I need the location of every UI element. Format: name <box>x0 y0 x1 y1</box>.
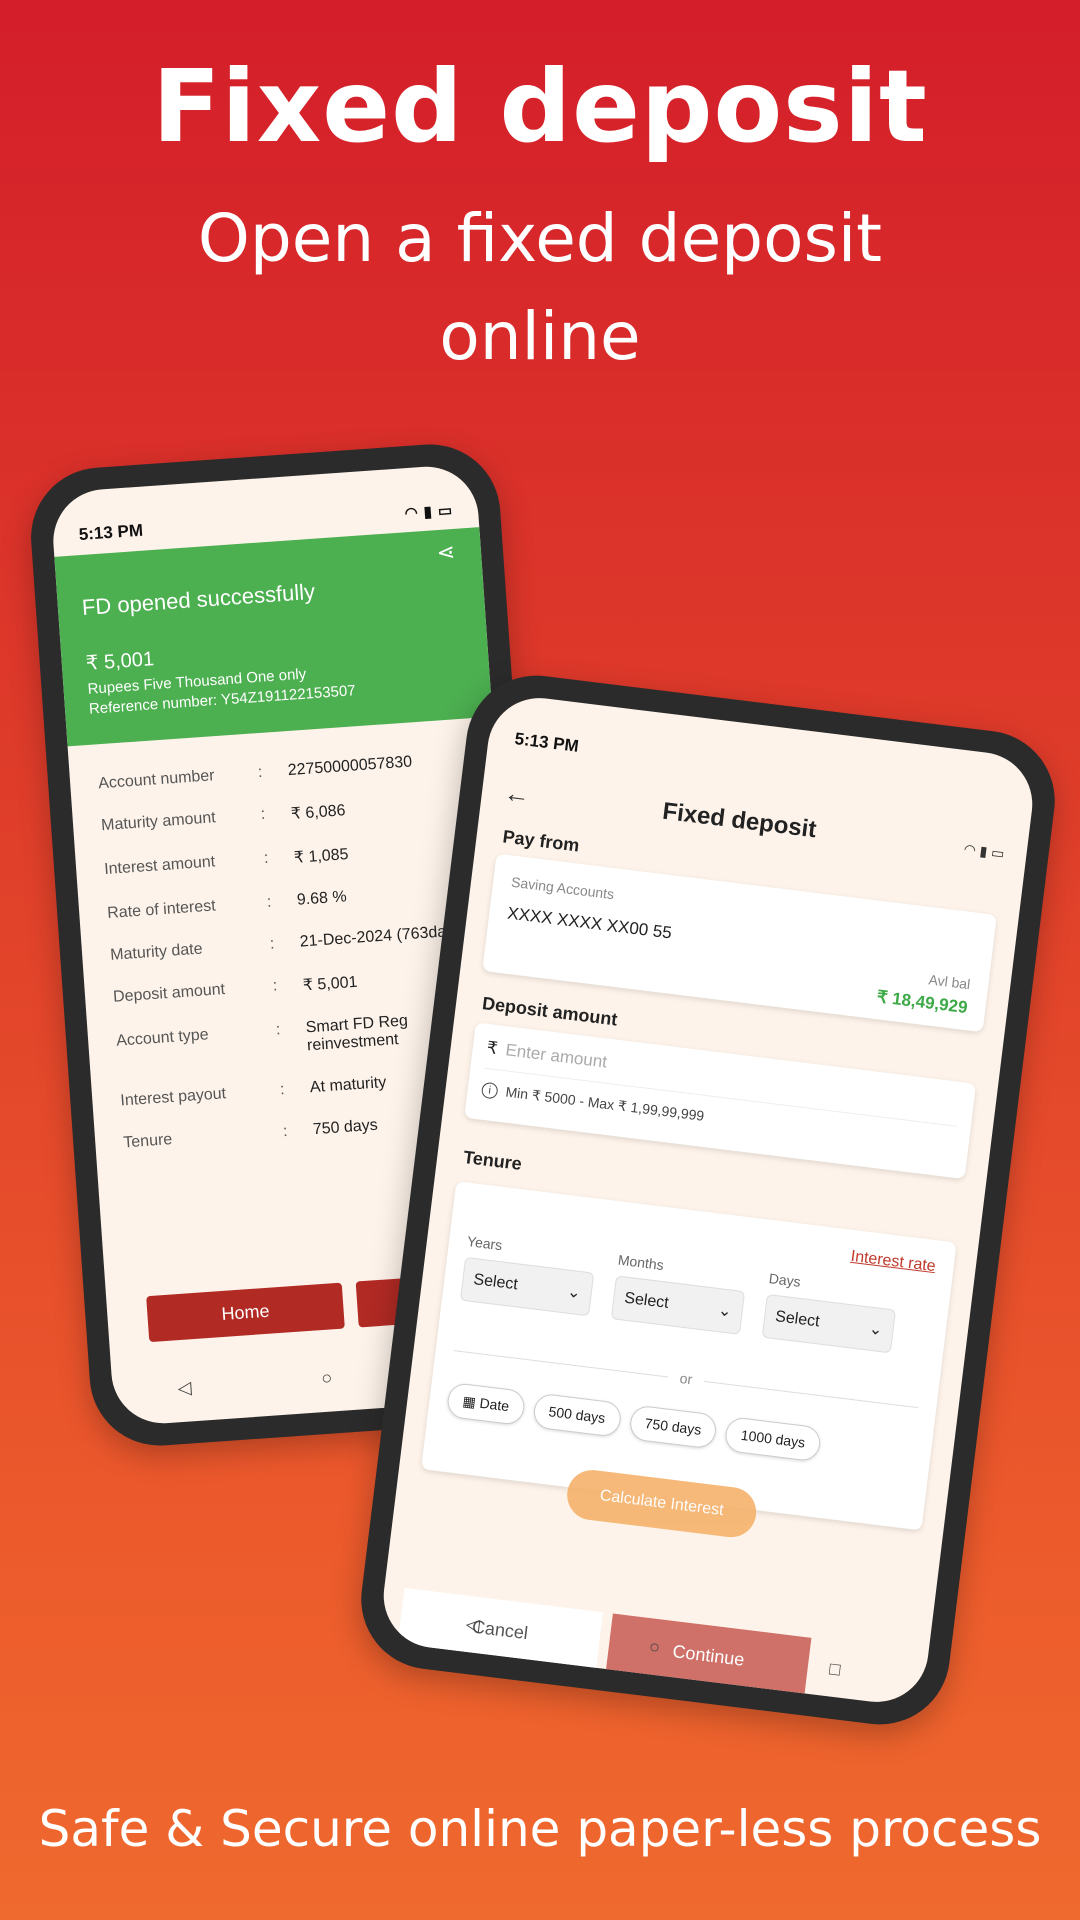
detail-label: Interest amount <box>103 853 216 879</box>
detail-colon: : <box>272 977 278 995</box>
tenure-card: Interest rate Years Select ⌄ Months Selec… <box>421 1181 957 1531</box>
chip-label: Date <box>478 1394 511 1415</box>
years-select[interactable]: Select ⌄ <box>459 1256 595 1317</box>
hero-subtitle: Open a fixed deposit online <box>197 200 883 375</box>
detail-colon: : <box>269 935 275 953</box>
signal-battery-icon: ◠ ▮ ▭ <box>962 840 1006 861</box>
detail-colon: : <box>275 1021 281 1039</box>
detail-label: Maturity amount <box>100 809 217 835</box>
home-button[interactable]: Home <box>146 1282 345 1343</box>
back-arrow-icon[interactable]: ← <box>502 777 545 813</box>
status-time: 5:13 PM <box>78 520 144 545</box>
info-icon: i <box>480 1081 499 1100</box>
interest-rate-link[interactable]: Interest rate <box>850 1248 937 1276</box>
footer-tagline: Safe & Secure online paper-less process <box>38 1800 1042 1858</box>
detail-value: ₹ 6,086 <box>290 802 347 823</box>
detail-colon: : <box>260 805 266 824</box>
detail-label: Interest payout <box>119 1085 227 1110</box>
select-value: Select <box>472 1271 519 1294</box>
wifi-icon: ◠ <box>404 504 419 523</box>
days-group: Days Select ⌄ <box>761 1270 899 1354</box>
success-banner: ⋖ FD opened successfully ₹ 5,001 Rupees … <box>54 527 493 747</box>
chip-750-days[interactable]: 750 days <box>627 1404 719 1450</box>
detail-row: Account number: 22750000057830 <box>98 749 476 793</box>
signal-icon: ▮ <box>423 503 433 521</box>
nav-back-icon[interactable]: ◁ <box>465 1613 481 1636</box>
nav-home-icon[interactable]: ○ <box>648 1636 661 1658</box>
chevron-down-icon: ⌄ <box>566 1283 582 1303</box>
detail-value: 22750000057830 <box>287 753 413 780</box>
amount-field[interactable]: ₹ Enter amount i Min ₹ 5000 - Max ₹ 1,99… <box>464 1022 977 1180</box>
chevron-down-icon: ⌄ <box>868 1320 884 1340</box>
detail-row: Rate of interest:9.68 % <box>107 879 485 923</box>
available-balance: ₹ 18,49,929 <box>875 987 969 1018</box>
form-screen: 5:13 PM ← Fixed deposit ◠ ▮ ▭ Pay from S… <box>377 692 1039 1708</box>
select-value: Select <box>774 1308 821 1331</box>
detail-colon: : <box>257 763 263 782</box>
amount-input[interactable]: Enter amount <box>504 1040 608 1072</box>
detail-colon: : <box>266 893 272 911</box>
detail-label: Maturity date <box>109 940 204 964</box>
nav-home-icon[interactable]: ○ <box>321 1367 333 1389</box>
years-group: Years Select ⌄ <box>459 1233 597 1317</box>
detail-label: Account type <box>115 1026 210 1050</box>
nav-back-icon[interactable]: ◁ <box>177 1377 192 1399</box>
rupee-icon: ₹ <box>485 1037 499 1059</box>
detail-row: Maturity date:21-Dec-2024 (763days) <box>110 921 488 965</box>
detail-colon: : <box>263 849 269 867</box>
detail-label: Rate of interest <box>106 897 217 922</box>
tenure-label: Tenure <box>462 1146 523 1174</box>
chip-500-days[interactable]: 500 days <box>531 1392 623 1438</box>
months-select[interactable]: Select ⌄ <box>610 1275 746 1335</box>
detail-label: Deposit amount <box>112 981 226 1006</box>
select-value: Select <box>623 1289 670 1312</box>
detail-row: Maturity amount: ₹ 6,086 <box>101 791 479 837</box>
months-group: Months Select ⌄ <box>610 1252 748 1335</box>
detail-label: Tenure <box>122 1131 173 1152</box>
hero-title: Fixed deposit <box>152 48 928 165</box>
success-title: FD opened successfully <box>81 578 316 621</box>
detail-row: Interest amount: ₹ 1,085 <box>104 835 482 881</box>
chip-1000-days[interactable]: 1000 days <box>723 1416 823 1463</box>
detail-colon: : <box>282 1123 289 1141</box>
detail-colon: : <box>279 1081 286 1099</box>
phone-form-mockup: 5:13 PM ← Fixed deposit ◠ ▮ ▭ Pay from S… <box>353 667 1063 1733</box>
chevron-down-icon: ⌄ <box>717 1302 733 1321</box>
status-time: 5:13 PM <box>513 729 580 756</box>
battery-icon: ▭ <box>437 502 453 520</box>
nav-recents-icon[interactable]: □ <box>828 1658 841 1680</box>
days-select[interactable]: Select ⌄ <box>761 1293 897 1354</box>
or-text: or <box>678 1369 694 1388</box>
detail-label: Account number <box>97 767 216 793</box>
share-icon[interactable]: ⋖ <box>436 539 456 566</box>
chip-date[interactable]: ▦ Date <box>445 1381 527 1426</box>
pay-from-label: Pay from <box>501 826 581 856</box>
